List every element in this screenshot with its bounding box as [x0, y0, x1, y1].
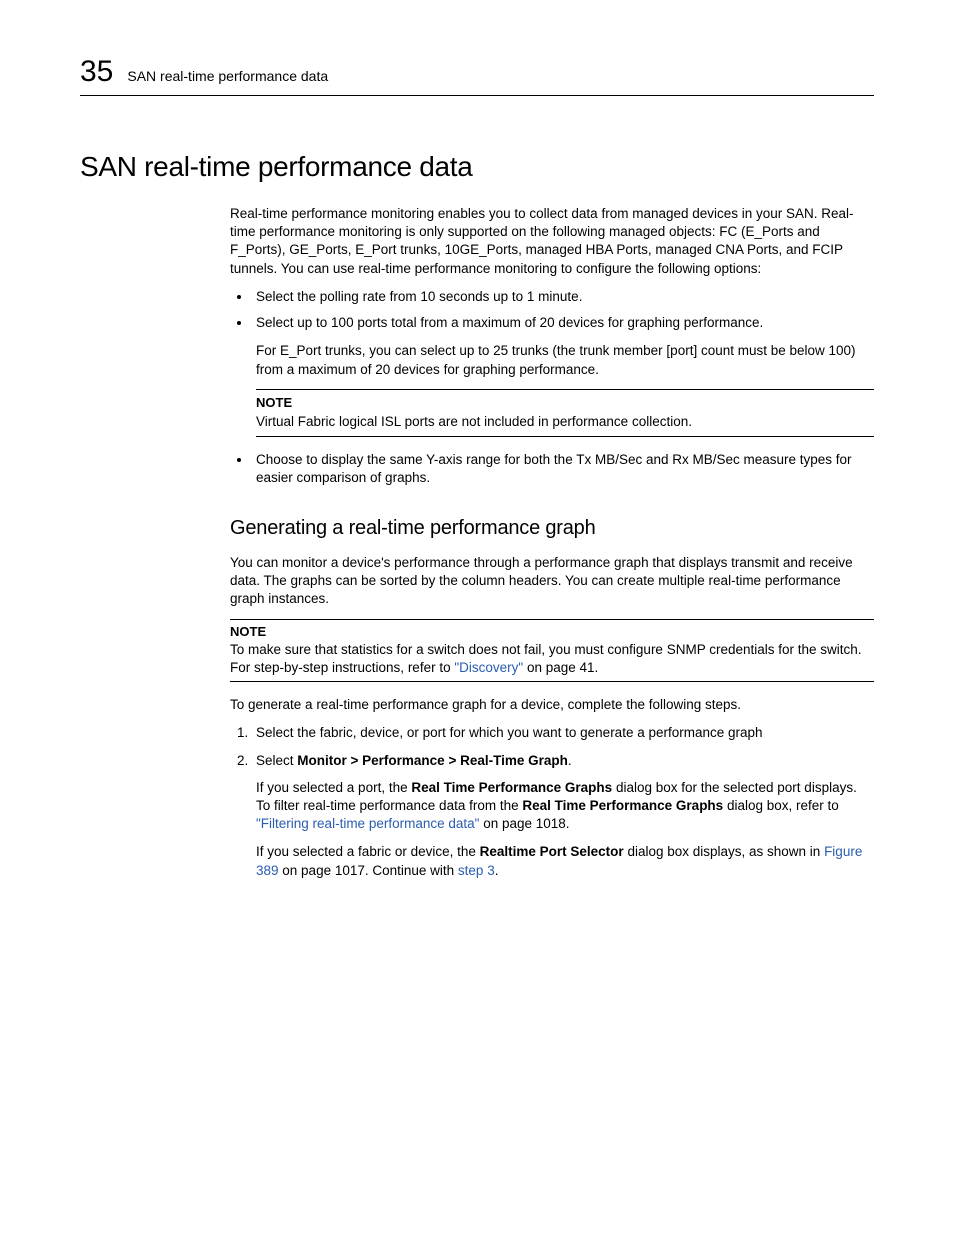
step-sub-paragraph: If you selected a port, the Real Time Pe… — [256, 779, 874, 834]
step-text: If you selected a fabric or device, the — [256, 844, 480, 859]
menu-path: Monitor > Performance > Real-Time Graph — [297, 753, 568, 768]
bullet-list: Select the polling rate from 10 seconds … — [230, 288, 874, 487]
list-item-text: Select up to 100 ports total from a maxi… — [256, 315, 763, 330]
step-text: dialog box displays, as shown in — [624, 844, 824, 859]
note-rule-bottom — [256, 436, 874, 437]
document-page: 35 SAN real-time performance data SAN re… — [0, 0, 954, 950]
chapter-number: 35 — [80, 55, 113, 89]
cross-reference-link[interactable]: "Discovery" — [454, 660, 523, 675]
list-item: Select Monitor > Performance > Real-Time… — [252, 752, 874, 879]
ordered-list: Select the fabric, device, or port for w… — [230, 724, 874, 880]
content-column: Real-time performance monitoring enables… — [230, 205, 874, 880]
step-text: If you selected a port, the — [256, 780, 411, 795]
note-body: Virtual Fabric logical ISL ports are not… — [256, 413, 874, 431]
note-rule-top — [256, 389, 874, 390]
heading-2: Generating a real-time performance graph — [230, 517, 874, 540]
step-text: dialog box, refer to — [723, 798, 839, 813]
heading-1: SAN real-time performance data — [80, 151, 874, 183]
cross-reference-link[interactable]: "Filtering real-time performance data" — [256, 816, 479, 831]
body-paragraph: To generate a real-time performance grap… — [230, 696, 874, 714]
note-body: To make sure that statistics for a switc… — [230, 641, 874, 677]
list-sub-paragraph: For E_Port trunks, you can select up to … — [256, 342, 874, 378]
note-label: NOTE — [230, 624, 874, 639]
intro-paragraph: Real-time performance monitoring enables… — [230, 205, 874, 278]
running-header: 35 SAN real-time performance data — [80, 55, 874, 96]
note-label: NOTE — [256, 394, 874, 412]
list-item: Choose to display the same Y-axis range … — [252, 451, 874, 487]
step-text: . — [495, 863, 499, 878]
note-block: NOTE To make sure that statistics for a … — [230, 619, 874, 682]
cross-reference-link[interactable]: step 3 — [458, 863, 495, 878]
note-rule-top — [230, 619, 874, 620]
step-sub-paragraph: If you selected a fabric or device, the … — [256, 843, 874, 879]
note-text: on page 41. — [523, 660, 598, 675]
dialog-name: Realtime Port Selector — [480, 844, 624, 859]
note-rule-bottom — [230, 681, 874, 682]
running-title: SAN real-time performance data — [127, 68, 328, 84]
note-block: NOTE Virtual Fabric logical ISL ports ar… — [256, 389, 874, 437]
dialog-name: Real Time Performance Graphs — [522, 798, 723, 813]
list-item: Select up to 100 ports total from a maxi… — [252, 314, 874, 436]
body-paragraph: You can monitor a device's performance t… — [230, 554, 874, 609]
step-text: on page 1018. — [479, 816, 569, 831]
list-item: Select the fabric, device, or port for w… — [252, 724, 874, 742]
step-text: Select — [256, 753, 297, 768]
dialog-name: Real Time Performance Graphs — [411, 780, 612, 795]
list-item: Select the polling rate from 10 seconds … — [252, 288, 874, 306]
step-text: on page 1017. Continue with — [279, 863, 458, 878]
step-text: . — [568, 753, 572, 768]
